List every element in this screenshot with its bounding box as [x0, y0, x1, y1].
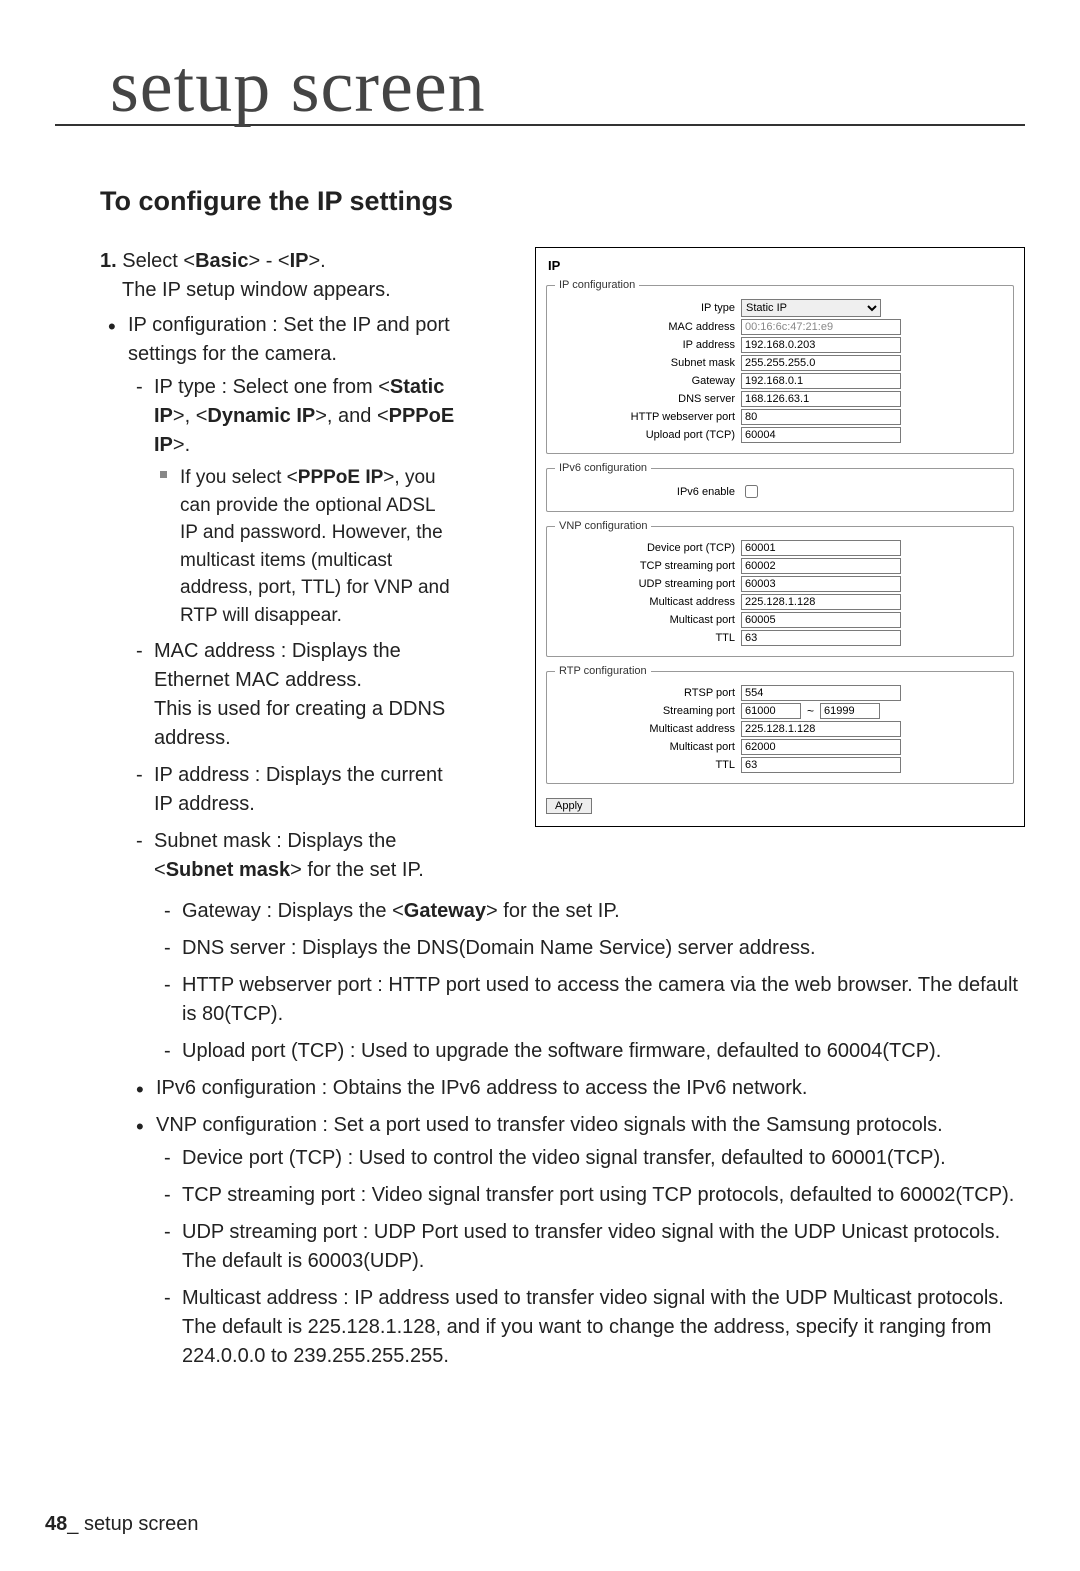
dns-server-field[interactable]	[741, 391, 901, 407]
rtp-ttl-field[interactable]	[741, 757, 901, 773]
dash-ip-address: IP address : Displays the current IP add…	[154, 761, 455, 819]
apply-button[interactable]: Apply	[546, 798, 592, 814]
dash-multicast: Multicast address : IP address used to t…	[182, 1284, 1025, 1371]
dash-upload: Upload port (TCP) : Used to upgrade the …	[182, 1037, 1025, 1066]
subnet-mask-field[interactable]	[741, 355, 901, 371]
step-1: 1. Select <Basic> - <IP>. The IP setup w…	[100, 247, 455, 885]
note-pppoe: If you select <PPPoE IP>, you can provid…	[180, 464, 455, 629]
dash-tcp-stream: TCP streaming port : Video signal transf…	[182, 1181, 1025, 1210]
ip-address-field[interactable]	[741, 337, 901, 353]
dash-http: HTTP webserver port : HTTP port used to …	[182, 971, 1025, 1029]
tcp-streaming-port-field[interactable]	[741, 558, 901, 574]
ip-type-select[interactable]: Static IP	[741, 299, 881, 317]
page-footer: 48_ setup screen	[45, 1513, 198, 1536]
group-ipv6-configuration: IPv6 configuration IPv6 enable	[546, 462, 1014, 512]
streaming-port-to-field[interactable]	[820, 703, 880, 719]
dash-mac: MAC address : Displays the Ethernet MAC …	[154, 637, 455, 753]
gateway-field[interactable]	[741, 373, 901, 389]
http-port-field[interactable]	[741, 409, 901, 425]
bullet-ip-configuration: IP configuration : Set the IP and port s…	[128, 311, 455, 885]
rtp-multicast-port-field[interactable]	[741, 739, 901, 755]
page-header: setup screen	[110, 50, 486, 126]
group-vnp-configuration: VNP configuration Device port (TCP) TCP …	[546, 520, 1014, 657]
ip-settings-screenshot: IP IP configuration IP type Static IP MA…	[535, 247, 1025, 827]
vnp-multicast-port-field[interactable]	[741, 612, 901, 628]
group-rtp-configuration: RTP configuration RTSP port Streaming po…	[546, 665, 1014, 784]
upload-port-field[interactable]	[741, 427, 901, 443]
group-ip-configuration: IP configuration IP type Static IP MAC a…	[546, 279, 1014, 454]
panel-title: IP	[548, 258, 1014, 273]
mac-address-field	[741, 319, 901, 335]
dash-dns: DNS server : Displays the DNS(Domain Nam…	[182, 934, 1025, 963]
dash-subnet: Subnet mask : Displays the <Subnet mask>…	[154, 827, 455, 885]
rtp-multicast-address-field[interactable]	[741, 721, 901, 737]
section-title: To configure the IP settings	[100, 186, 1080, 217]
dash-udp-stream: UDP streaming port : UDP Port used to tr…	[182, 1218, 1025, 1276]
ipv6-enable-checkbox[interactable]	[745, 485, 758, 498]
streaming-port-from-field[interactable]	[741, 703, 801, 719]
device-port-field[interactable]	[741, 540, 901, 556]
dash-device-port: Device port (TCP) : Used to control the …	[182, 1144, 1025, 1173]
dash-ip-type: IP type : Select one from <Static IP>, <…	[154, 373, 455, 629]
rtsp-port-field[interactable]	[741, 685, 901, 701]
bullet-vnp: VNP configuration : Set a port used to t…	[156, 1111, 1025, 1371]
vnp-ttl-field[interactable]	[741, 630, 901, 646]
dash-gateway: Gateway : Displays the <Gateway> for the…	[182, 897, 1025, 926]
vnp-multicast-address-field[interactable]	[741, 594, 901, 610]
bullet-ipv6: IPv6 configuration : Obtains the IPv6 ad…	[156, 1074, 1025, 1103]
udp-streaming-port-field[interactable]	[741, 576, 901, 592]
